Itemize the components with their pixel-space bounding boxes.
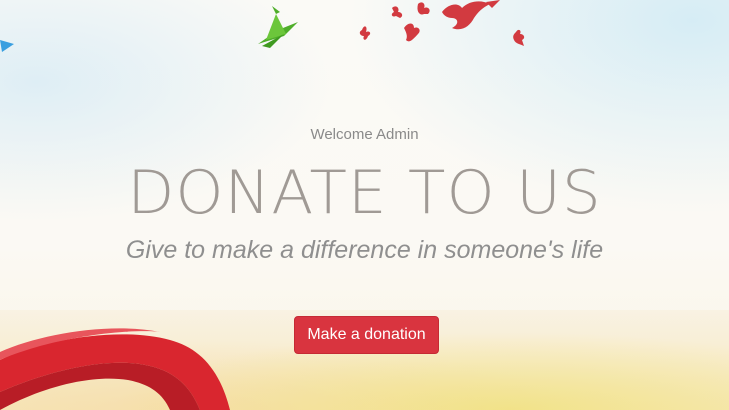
- red-bird-icon: [442, 0, 500, 30]
- red-bird-icon: [359, 26, 371, 40]
- page-subtitle: Give to make a difference in someone's l…: [125, 236, 604, 264]
- red-bird-icon: [404, 23, 420, 42]
- blue-shard-icon: [0, 40, 14, 52]
- hero-banner: Welcome Admin DONATE TO US Give to make …: [0, 0, 729, 410]
- red-bird-icon: [391, 6, 403, 19]
- red-bird-icon: [417, 2, 430, 15]
- origami-crane-icon: [258, 6, 298, 48]
- make-donation-button[interactable]: Make a donation: [294, 316, 439, 354]
- welcome-message: Welcome Admin: [310, 126, 419, 143]
- red-ribbon-decoration: [0, 328, 230, 410]
- red-bird-icon: [513, 29, 525, 46]
- page-title: DONATE TO US: [127, 158, 602, 228]
